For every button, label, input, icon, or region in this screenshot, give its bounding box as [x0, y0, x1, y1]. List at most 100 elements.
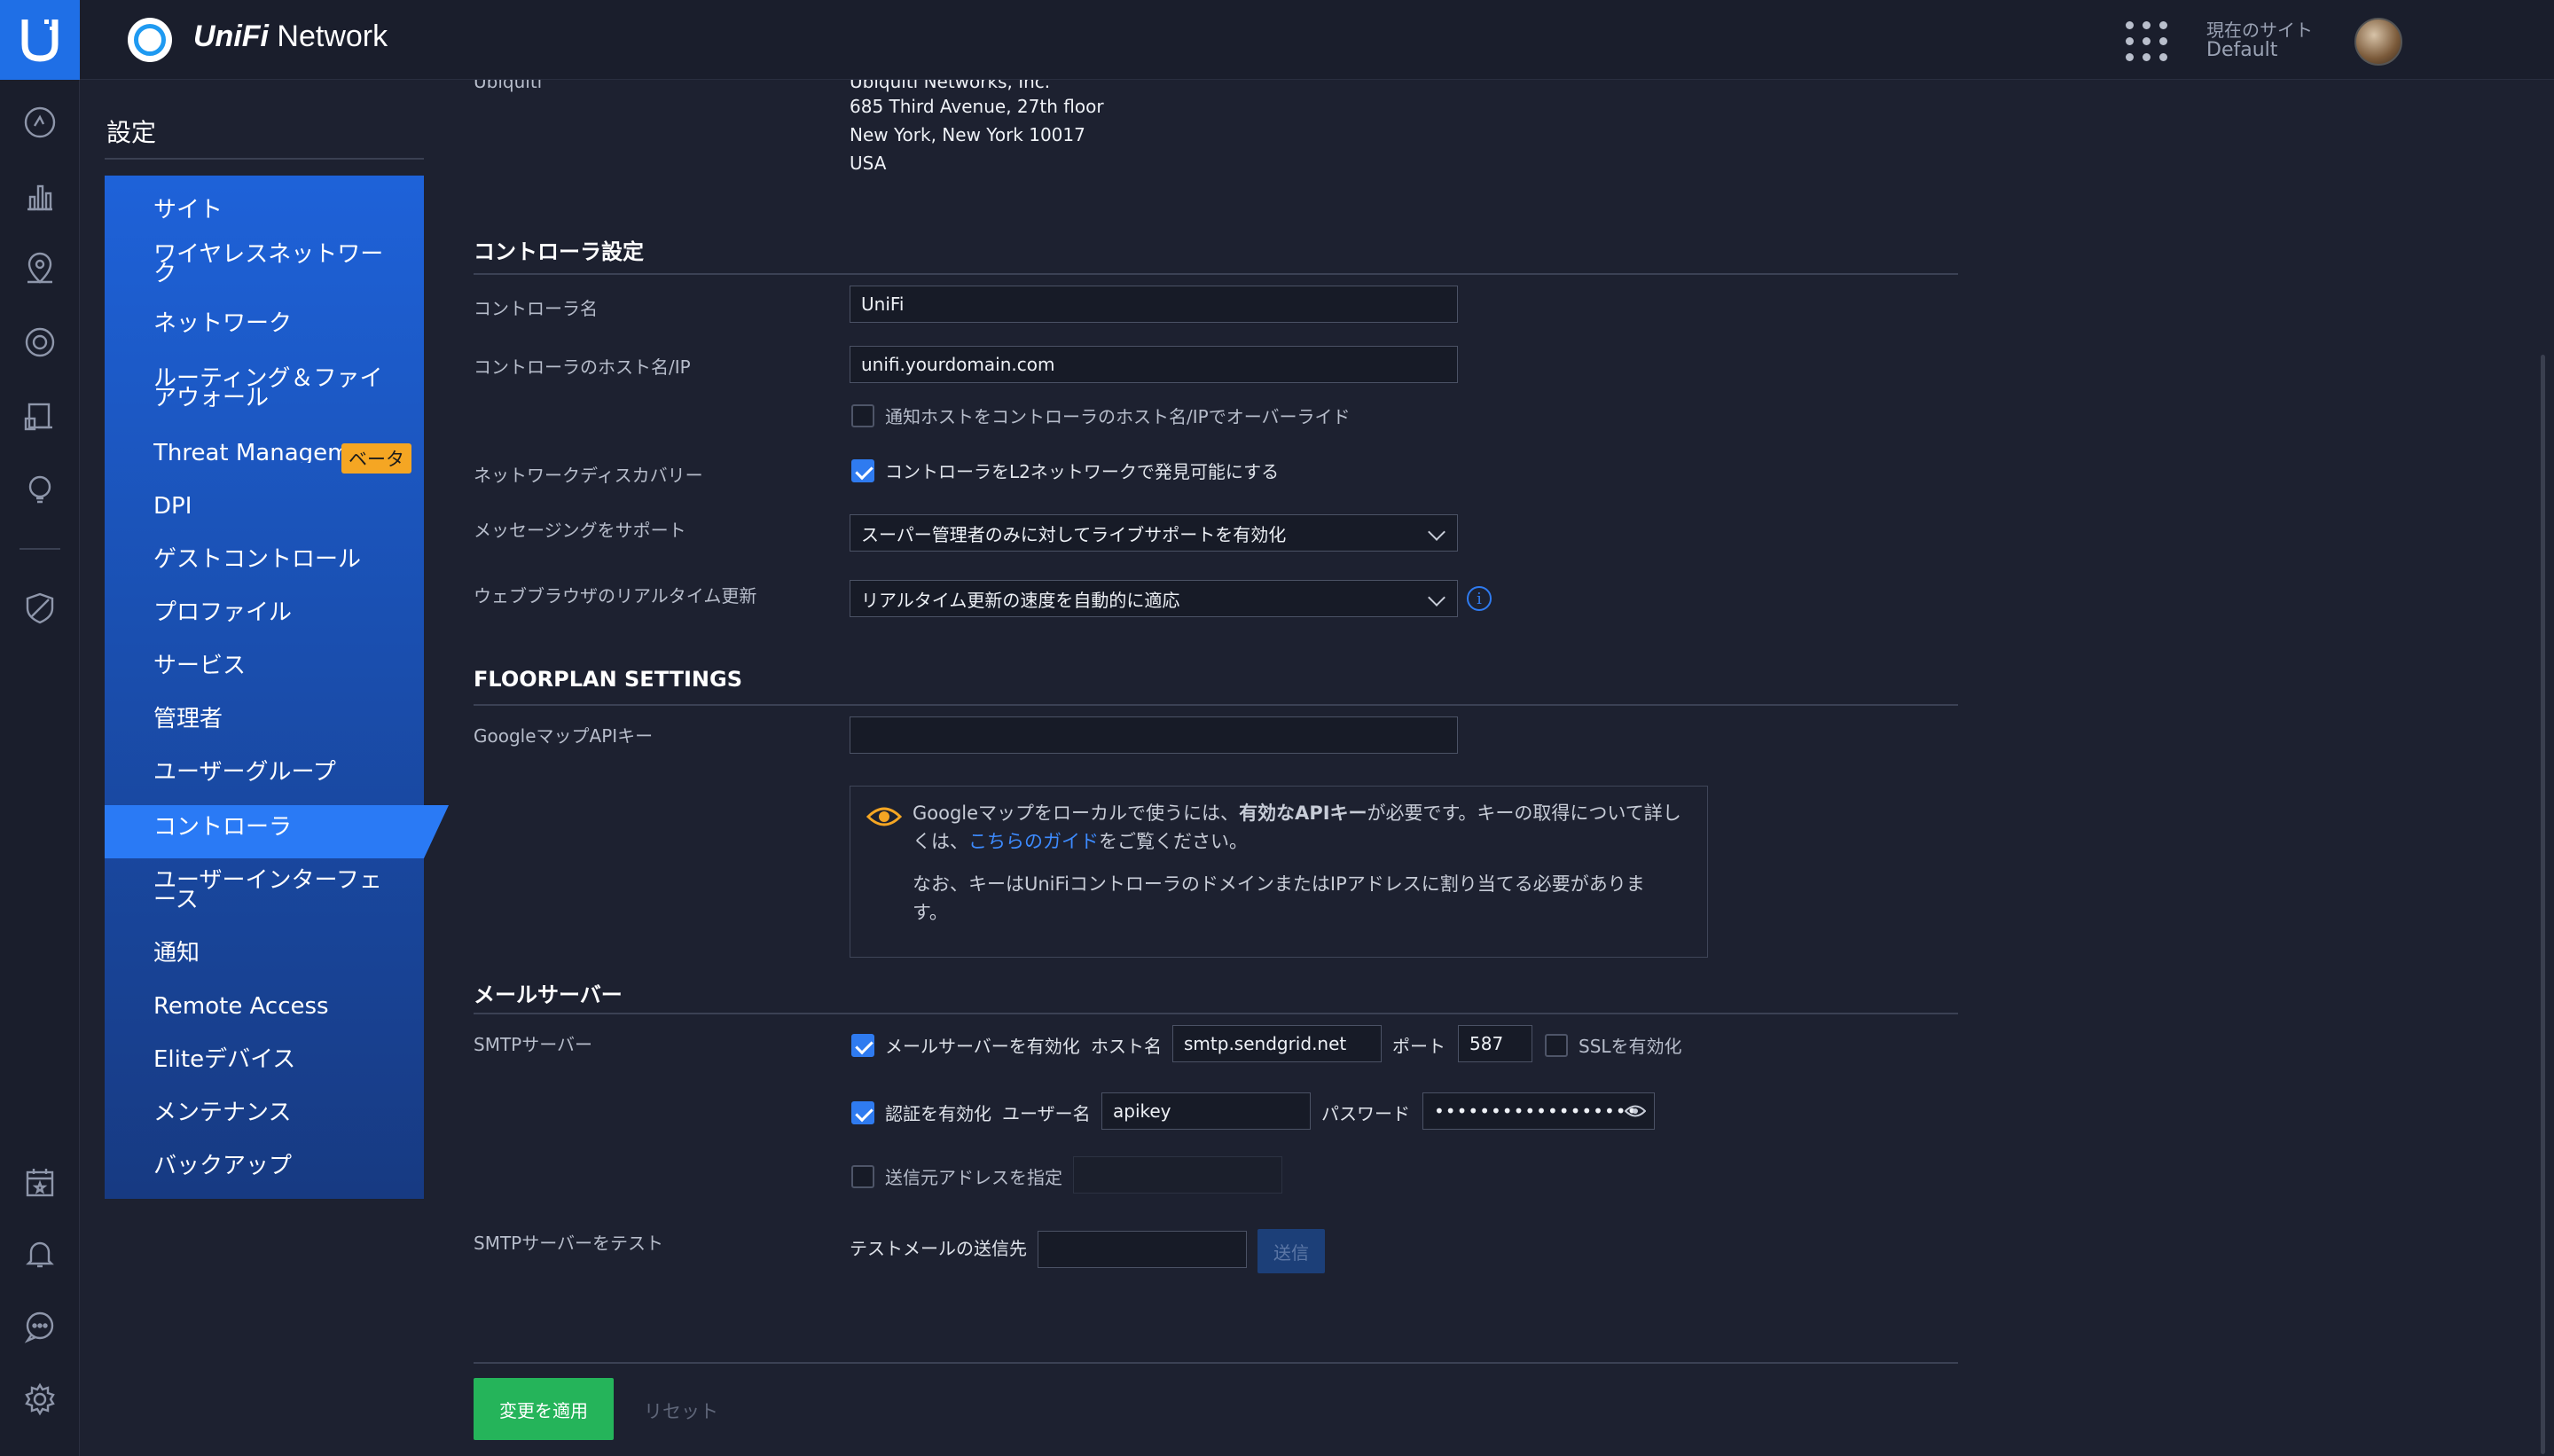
menu-item-dpi[interactable]: DPI: [153, 495, 411, 518]
chat-icon[interactable]: [20, 1307, 59, 1346]
app-title: UniFi Network: [193, 20, 388, 53]
show-password-eye-icon[interactable]: [1625, 1103, 1646, 1119]
company-line: New York, New York 10017: [850, 124, 1085, 145]
menu-item-services[interactable]: サービス: [153, 654, 411, 677]
menu-item-networks[interactable]: ネットワーク: [153, 312, 411, 335]
company-line: 685 Third Avenue, 27th floor: [850, 96, 1104, 117]
auth-text: 認証を有効化: [885, 1103, 991, 1124]
menu-item-guest[interactable]: ゲストコントロール: [153, 548, 411, 571]
realtime-label: ウェブブラウザのリアルタイム更新: [474, 585, 757, 607]
notice-line: くは、こちらのガイドをご覧ください。: [913, 831, 1248, 852]
messaging-select[interactable]: スーパー管理者のみに対してライブサポートを有効化: [850, 514, 1458, 552]
rail-divider: [20, 548, 60, 550]
divider: [474, 273, 1958, 275]
notice-line: Googleマップをローカルで使うには、有効なAPIキーが必要です。キーの取得に…: [913, 802, 1681, 824]
section-title-mail: メールサーバー: [474, 982, 623, 1007]
controller-name-label: コントローラ名: [474, 298, 598, 319]
shield-icon[interactable]: [20, 589, 59, 628]
enable-mail-checkbox[interactable]: [851, 1034, 874, 1057]
events-calendar-icon[interactable]: [20, 1163, 59, 1202]
statistics-icon[interactable]: [20, 177, 59, 216]
settings-title: 設定: [106, 118, 157, 147]
insights-icon[interactable]: [20, 470, 59, 509]
avatar[interactable]: [2354, 18, 2402, 66]
menu-item-routing[interactable]: ルーティング＆ファイアウォール: [153, 367, 384, 410]
beta-badge: ベータ: [341, 443, 411, 474]
menu-item-remote-access[interactable]: Remote Access: [153, 995, 411, 1018]
divider: [474, 704, 1958, 706]
ssl-text: SSLを有効化: [1579, 1036, 1682, 1057]
menu-item-backup[interactable]: バックアップ: [153, 1155, 411, 1178]
active-indicator: [424, 805, 449, 858]
menu-item-notifications[interactable]: 通知: [153, 942, 411, 965]
map-icon[interactable]: [20, 250, 59, 289]
notice-line: す。: [913, 902, 948, 923]
settings-gear-icon[interactable]: [20, 1380, 59, 1419]
apply-changes-button[interactable]: 変更を適用: [474, 1378, 614, 1440]
settings-menu: サイト ワイヤレスネットワーク ネットワーク ルーティング＆ファイアウォール T…: [105, 176, 424, 1199]
sender-address-checkbox[interactable]: [851, 1165, 874, 1188]
smtp-user-input[interactable]: apikey: [1101, 1092, 1311, 1130]
guide-link[interactable]: こちらのガイド: [968, 831, 1099, 852]
smtp-pass-label: パスワード: [1321, 1103, 1410, 1124]
send-test-button[interactable]: 送信: [1257, 1229, 1325, 1273]
menu-item-threat[interactable]: Threat Management: [153, 443, 344, 463]
unifi-logo-icon: [128, 18, 172, 62]
discovery-label: ネットワークディスカバリー: [474, 465, 703, 486]
smtp-port-input[interactable]: 587: [1458, 1025, 1532, 1062]
auth-checkbox[interactable]: [851, 1101, 874, 1124]
divider: [105, 158, 424, 160]
divider: [474, 1013, 1958, 1014]
menu-item-profiles[interactable]: プロファイル: [153, 601, 411, 624]
smtp-test-label: SMTPサーバーをテスト: [474, 1233, 664, 1254]
menu-item-admins[interactable]: 管理者: [153, 708, 411, 731]
scrollbar[interactable]: [2541, 355, 2545, 1454]
menu-item-user-interface[interactable]: ユーザーインターフェース: [153, 869, 384, 912]
api-key-notice: Googleマップをローカルで使うには、有効なAPIキーが必要です。キーの取得に…: [850, 786, 1708, 958]
notice-line: なお、キーはUniFiコントローラのドメインまたはIPアドレスに割り当てる必要が…: [913, 873, 1645, 895]
test-recipient-input[interactable]: [1038, 1231, 1247, 1268]
info-icon[interactable]: i: [1467, 586, 1492, 611]
top-bar: UniFi Network: [80, 0, 2554, 80]
ubiquiti-logo-icon[interactable]: [0, 0, 80, 80]
current-site-label: 現在のサイト: [2206, 20, 2313, 41]
section-title-floorplan: FLOORPLAN SETTINGS: [474, 667, 742, 692]
divider: [474, 1362, 1958, 1364]
reset-button[interactable]: リセット: [644, 1397, 718, 1424]
app-grid-icon[interactable]: [2126, 21, 2168, 62]
smtp-server-label: SMTPサーバー: [474, 1034, 593, 1055]
test-recipient-label: テストメールの送信先: [850, 1238, 1027, 1259]
controller-host-input[interactable]: unifi.yourdomain.com: [850, 346, 1458, 383]
smtp-port-label: ポート: [1392, 1036, 1445, 1057]
clients-icon[interactable]: [20, 397, 59, 436]
messaging-label: メッセージングをサポート: [474, 520, 686, 541]
menu-item-maintenance[interactable]: メンテナンス: [153, 1101, 411, 1124]
sender-address-input: [1073, 1156, 1282, 1194]
icon-rail: [0, 0, 80, 1456]
company-line: USA: [850, 153, 887, 174]
google-api-key-label: GoogleマップAPIキー: [474, 725, 654, 747]
ssl-checkbox[interactable]: [1545, 1034, 1568, 1057]
discovery-text: コントローラをL2ネットワークで発見可能にする: [885, 461, 1280, 482]
menu-item-controller[interactable]: コントローラ: [153, 816, 411, 839]
smtp-pass-input[interactable]: ••••••••••••••••••: [1422, 1092, 1655, 1130]
discovery-checkbox[interactable]: [851, 459, 874, 482]
override-host-checkbox[interactable]: [851, 404, 874, 427]
controller-name-input[interactable]: UniFi: [850, 286, 1458, 323]
menu-item-user-groups[interactable]: ユーザーグループ: [153, 761, 411, 784]
menu-item-wireless[interactable]: ワイヤレスネットワーク: [153, 243, 384, 286]
realtime-select[interactable]: リアルタイム更新の速度を自動的に適応: [850, 580, 1458, 617]
override-host-label: 通知ホストをコントローラのホスト名/IPでオーバーライド: [885, 406, 1351, 427]
site-selector[interactable]: Default: [2206, 39, 2277, 61]
devices-icon[interactable]: [20, 323, 59, 362]
sender-address-text: 送信元アドレスを指定: [885, 1167, 1062, 1188]
alerts-bell-icon[interactable]: [20, 1234, 59, 1273]
menu-item-site[interactable]: サイト: [153, 199, 411, 222]
smtp-host-label: ホスト名: [1091, 1036, 1162, 1057]
section-title-controller: コントローラ設定: [474, 239, 644, 264]
controller-host-label: コントローラのホスト名/IP: [474, 356, 691, 378]
google-api-key-input[interactable]: [850, 716, 1458, 754]
menu-item-elite[interactable]: Eliteデバイス: [153, 1048, 411, 1071]
dashboard-icon[interactable]: [20, 103, 59, 142]
smtp-host-input[interactable]: smtp.sendgrid.net: [1172, 1025, 1382, 1062]
